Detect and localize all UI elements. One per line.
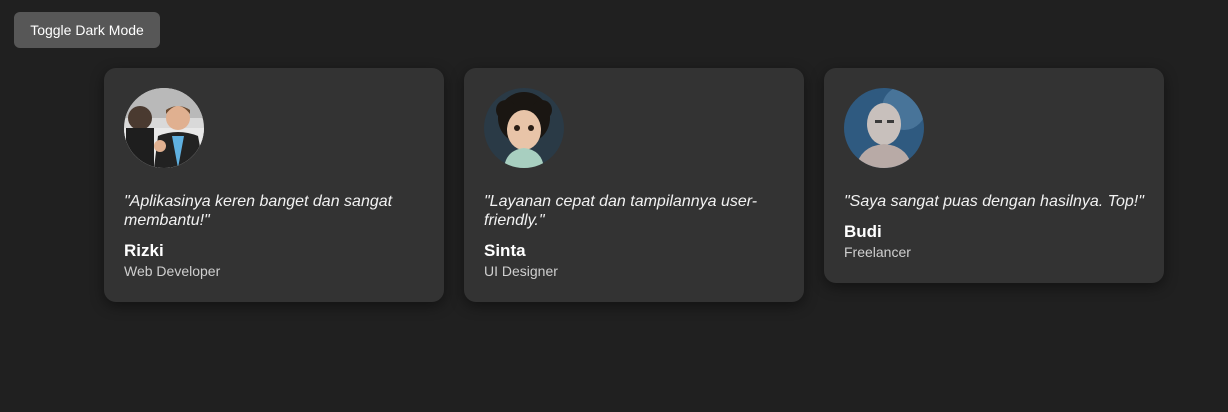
testimonial-card: "Aplikasinya keren banget dan sangat mem… [104, 68, 444, 302]
testimonial-quote: "Aplikasinya keren banget dan sangat mem… [124, 193, 393, 229]
testimonial-quote: "Layanan cepat dan tampilannya user-frie… [484, 193, 758, 229]
avatar [124, 88, 204, 168]
toggle-dark-mode-button[interactable]: Toggle Dark Mode [14, 12, 160, 48]
person-photo-icon [124, 88, 204, 168]
avatar [484, 88, 564, 168]
avatar [844, 88, 924, 168]
testimonial-card: "Layanan cepat dan tampilannya user-frie… [464, 68, 804, 302]
testimonial-role: Freelancer [844, 244, 911, 260]
testimonial-name: Sinta [484, 241, 526, 260]
testimonial-quote: "Saya sangat puas dengan hasilnya. Top!" [844, 193, 1144, 210]
testimonial-list: "Aplikasinya keren banget dan sangat mem… [104, 68, 1164, 302]
testimonial-name: Budi [844, 222, 882, 241]
testimonial-card: "Saya sangat puas dengan hasilnya. Top!"… [824, 68, 1164, 283]
testimonial-name: Rizki [124, 241, 164, 260]
person-photo-icon [484, 88, 564, 168]
testimonial-role: Web Developer [124, 263, 221, 279]
testimonial-role: UI Designer [484, 263, 558, 279]
person-photo-icon [844, 88, 924, 168]
